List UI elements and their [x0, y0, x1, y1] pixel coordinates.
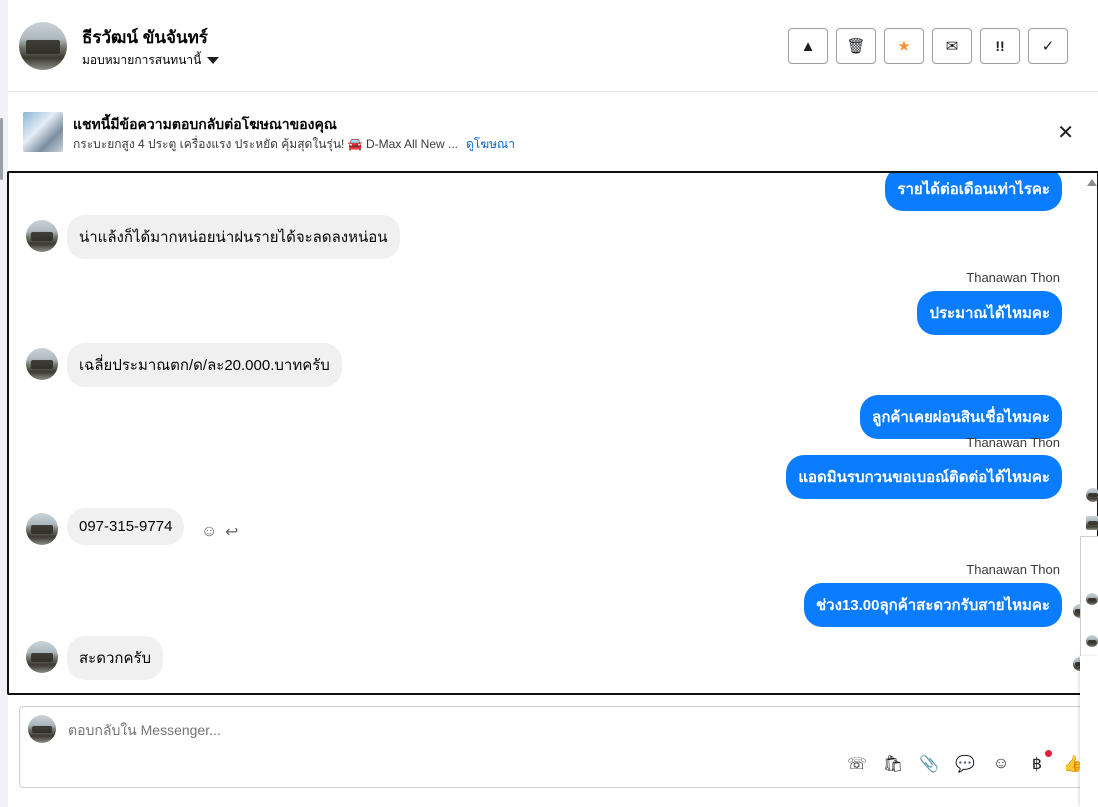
side-avatar[interactable]	[1086, 488, 1098, 502]
ad-description: กระบะยกสูง 4 ประตู เครื่องแรง ประหยัด คุ…	[73, 137, 458, 151]
star-icon: ★	[897, 38, 911, 55]
ad-banner-title: แชทนี้มีข้อความตอบกลับต่อโฆษณาของคุณ	[73, 116, 337, 132]
ad-thumbnail	[23, 112, 63, 152]
report-spam-button[interactable]: ▲	[788, 28, 828, 64]
assign-conversation-dropdown[interactable]: มอบหมายการสนทนานี้	[82, 51, 220, 70]
message-outgoing[interactable]: แอดมินรบกวนขอเบอณ์ติดต่อได้ไหมคะ	[786, 455, 1062, 499]
message-thread[interactable]: รายได้ต่อเดือนเท่าไรคะ น่าแล้งก็ได้มากหน…	[7, 171, 1098, 695]
reply-arrow-icon[interactable]: ↩	[225, 522, 238, 542]
message-outgoing[interactable]: ประมาณได้ไหมคะ	[917, 291, 1062, 335]
contact-avatar[interactable]	[19, 22, 67, 70]
message-incoming[interactable]: น่าแล้งก็ได้มากหน่อยน่าฝนรายได้จะลดลงหน่…	[67, 215, 400, 259]
sender-name: Thanawan Thon	[966, 270, 1060, 285]
message-text: รายได้ต่อเดือนเท่าไรคะ	[885, 173, 1062, 211]
reply-input[interactable]	[68, 722, 668, 738]
side-panel-edge	[1080, 480, 1098, 807]
priority-icon: !!	[995, 38, 1005, 54]
message-text: น่าแล้งก็ได้มากหน่อยน่าฝนรายได้จะลดลงหน่…	[67, 215, 400, 259]
conversation-panel: ธีรวัฒน์ ขันจันทร์ มอบหมายการสนทนานี้ ▲ …	[7, 0, 1098, 807]
scroll-up-arrow-icon[interactable]	[1087, 179, 1097, 186]
side-avatar[interactable]	[1086, 635, 1098, 647]
star-button[interactable]: ★	[884, 28, 924, 64]
sender-name: Thanawan Thon	[966, 435, 1060, 450]
ad-reply-banner: แชทนี้มีข้อความตอบกลับต่อโฆษณาของคุณ กระ…	[8, 96, 1098, 166]
mark-done-button[interactable]: ✓	[1028, 28, 1068, 64]
page-avatar	[28, 715, 56, 743]
notification-dot	[1045, 750, 1052, 757]
caret-down-icon	[207, 57, 220, 64]
message-outgoing[interactable]: ช่วง13.00ลุกค้าสะดวกรับสายไหมคะ	[803, 583, 1062, 627]
follow-up-button[interactable]: !!	[980, 28, 1020, 64]
composer-toolbar: ☏ 🛍 📎 💬 ☺ ฿ 👍	[846, 750, 1084, 775]
message-outgoing[interactable]: รายได้ต่อเดือนเท่าไรคะ	[885, 173, 1062, 211]
contact-avatar-small[interactable]	[26, 220, 58, 252]
view-ad-link[interactable]: ดูโฆษณา	[466, 137, 515, 151]
message-incoming[interactable]: เฉลี่ยประมาณตก/ด/ละ20.000.บาทครับ	[67, 343, 342, 387]
baht-icon: ฿	[1031, 756, 1043, 773]
assign-label: มอบหมายการสนทนานี้	[82, 53, 202, 67]
message-text: 097-315-9774	[67, 508, 185, 545]
side-list	[1080, 536, 1098, 656]
emoji-icon[interactable]: ☺	[990, 753, 1012, 775]
message-outgoing[interactable]: ลูกค้าเคยผ่อนสินเชื่อไหมคะ	[860, 395, 1062, 439]
baht-payment-button[interactable]: ฿	[1026, 750, 1052, 775]
sender-name: Thanawan Thon	[966, 562, 1060, 577]
attachment-icon[interactable]: 📎	[918, 753, 940, 775]
side-thumbnail[interactable]	[1086, 516, 1098, 530]
message-text: เฉลี่ยประมาณตก/ด/ละ20.000.บาทครับ	[67, 343, 342, 387]
warning-icon: ▲	[800, 37, 816, 55]
delete-button[interactable]: 🗑	[836, 28, 876, 64]
contact-name[interactable]: ธีรวัฒน์ ขันจันทร์	[82, 24, 208, 51]
shopping-bag-icon[interactable]: 🛍	[882, 753, 904, 775]
message-text: ลูกค้าเคยผ่อนสินเชื่อไหมคะ	[860, 395, 1062, 439]
trash-icon: 🗑	[846, 38, 866, 55]
react-emoji-icon[interactable]: ☺	[201, 523, 217, 541]
message-text: แอดมินรบกวนขอเบอณ์ติดต่อได้ไหมคะ	[786, 455, 1062, 499]
contact-avatar-small[interactable]	[26, 348, 58, 380]
chat-bubble-icon[interactable]: 💬	[954, 753, 976, 775]
conversation-header: ธีรวัฒน์ ขันจันทร์ มอบหมายการสนทนานี้ ▲ …	[8, 0, 1098, 92]
mark-unread-button[interactable]: ✉	[932, 28, 972, 64]
side-avatar[interactable]	[1086, 593, 1098, 605]
contact-avatar-small[interactable]	[26, 513, 58, 545]
contact-avatar-small[interactable]	[26, 641, 58, 673]
message-text: ช่วง13.00ลุกค้าสะดวกรับสายไหมคะ	[803, 583, 1062, 627]
side-card	[1080, 656, 1098, 807]
ad-description-line: กระบะยกสูง 4 ประตู เครื่องแรง ประหยัด คุ…	[73, 135, 515, 154]
close-icon[interactable]: ✕	[1057, 120, 1074, 145]
message-composer: ☏ 🛍 📎 💬 ☺ ฿ 👍	[19, 706, 1089, 788]
message-incoming[interactable]: สะดวกครับ	[67, 636, 164, 680]
message-text: ประมาณได้ไหมคะ	[917, 291, 1062, 335]
phone-plus-icon[interactable]: ☏	[846, 753, 868, 775]
message-text: สะดวกครับ	[67, 636, 164, 680]
message-incoming[interactable]: 097-315-9774	[67, 508, 185, 545]
check-icon: ✓	[1041, 38, 1055, 55]
mail-icon: ✉	[945, 38, 959, 55]
header-toolbar: ▲ 🗑 ★ ✉ !! ✓	[788, 28, 1068, 64]
left-scroll-handle[interactable]	[0, 118, 3, 180]
